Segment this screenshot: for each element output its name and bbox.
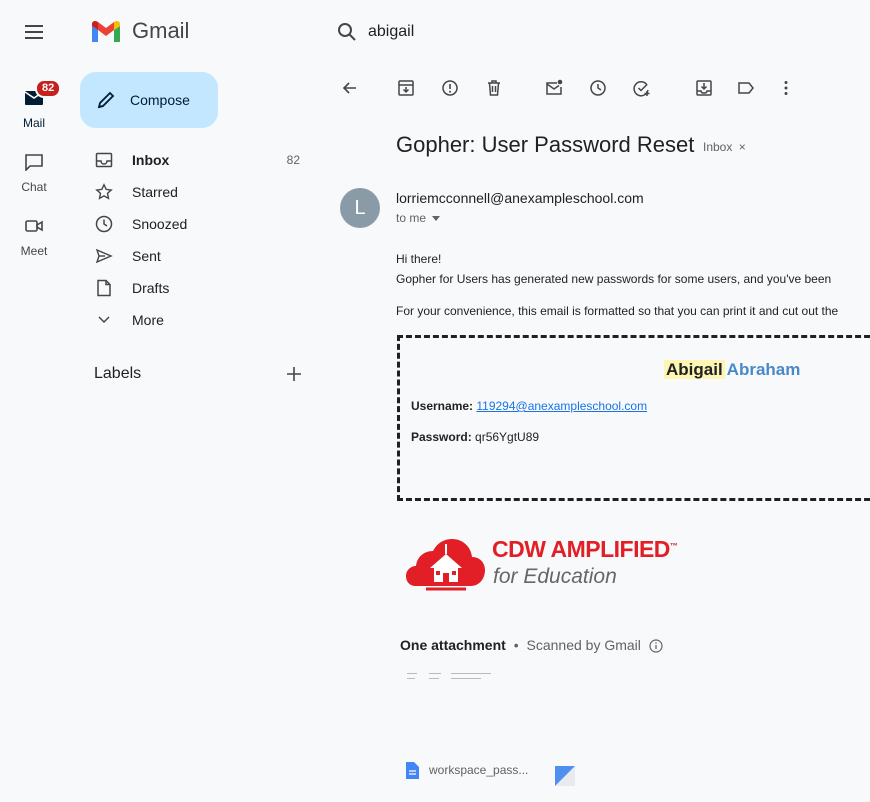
nav-inbox-label: Inbox <box>132 152 170 168</box>
pencil-icon <box>96 90 116 110</box>
password-value: qr56YgtU89 <box>475 430 540 444</box>
logo-trademark: ™ <box>669 541 678 551</box>
gmail-m-icon <box>90 18 122 44</box>
document-icon <box>405 762 419 779</box>
username-row: Username: 119294@anexampleschool.com <box>411 399 647 413</box>
nav-more[interactable]: More <box>84 304 316 336</box>
mark-unread-icon[interactable] <box>544 78 564 98</box>
nav-drafts-label: Drafts <box>132 280 170 296</box>
inbox-label-chip[interactable]: Inbox × <box>703 140 746 154</box>
gmail-logo[interactable]: Gmail <box>90 18 189 44</box>
labels-heading: Labels <box>94 365 142 382</box>
greeting: Hi there! <box>396 252 442 266</box>
info-icon[interactable] <box>649 639 663 653</box>
compose-label: Compose <box>130 92 190 108</box>
draft-icon <box>84 279 124 297</box>
nav-inbox-count: 82 <box>286 153 300 167</box>
attachment-preview[interactable] <box>405 670 497 684</box>
body-line-1: Gopher for Users has generated new passw… <box>396 272 832 286</box>
credential-card: Abigail Abraham Username: 119294@anexampl… <box>397 335 870 501</box>
star-icon <box>84 183 124 201</box>
inbox-icon <box>84 152 124 168</box>
add-to-tasks-icon[interactable] <box>632 78 652 98</box>
nav-starred-label: Starred <box>132 184 178 200</box>
password-label: Password: <box>411 430 472 444</box>
app-name: Gmail <box>132 18 190 43</box>
rail-chat[interactable]: Chat <box>0 146 68 194</box>
video-icon <box>18 210 50 242</box>
logo-subtitle: for Education <box>493 565 617 588</box>
attachment-separator: • <box>513 637 519 653</box>
add-label-icon[interactable] <box>286 366 302 382</box>
logo-title-text: CDW AMPLIFIED <box>492 536 670 562</box>
nav-sent-label: Sent <box>132 248 161 264</box>
compose-button[interactable]: Compose <box>80 72 218 128</box>
cdw-cloud-schoolhouse-icon <box>406 536 486 594</box>
student-name: Abigail Abraham <box>664 360 800 380</box>
attachment-count: One attachment <box>400 637 506 653</box>
back-icon[interactable] <box>340 78 360 98</box>
username-link[interactable]: 119294@anexampleschool.com <box>476 399 647 413</box>
search-icon[interactable] <box>337 22 357 42</box>
main-menu-icon[interactable] <box>23 22 45 42</box>
report-spam-icon[interactable] <box>440 78 460 98</box>
body-line-2: For your convenience, this email is form… <box>396 304 839 318</box>
nav-drafts[interactable]: Drafts <box>84 272 316 304</box>
send-icon <box>84 248 124 264</box>
nav-sent[interactable]: Sent <box>84 240 316 272</box>
attachment-corner-fold-icon <box>535 766 575 786</box>
nav-more-label: More <box>132 312 164 328</box>
inbox-chip-label: Inbox <box>703 140 733 154</box>
recipient-label: to me <box>396 211 427 225</box>
move-to-icon[interactable] <box>694 78 714 98</box>
attachment-filename: workspace_pass... <box>429 763 529 777</box>
nav-inbox[interactable]: Inbox 82 <box>84 144 316 176</box>
last-name: Abraham <box>726 360 801 379</box>
archive-icon[interactable] <box>396 78 416 98</box>
email-subject: Gopher: User Password Reset <box>396 132 695 157</box>
recipient-details[interactable]: to me <box>396 211 441 225</box>
search-input[interactable]: abigail <box>368 23 414 41</box>
username-label: Username: <box>411 399 474 413</box>
rail-chat-label: Chat <box>21 180 47 194</box>
sender-avatar[interactable]: L <box>340 188 380 228</box>
remove-label-icon[interactable]: × <box>739 140 746 154</box>
rail-meet-label: Meet <box>20 244 48 258</box>
mail-unread-badge: 82 <box>35 79 62 98</box>
sender-email[interactable]: lorriemcconnell@anexampleschool.com <box>396 190 644 206</box>
rail-mail-label: Mail <box>22 116 45 130</box>
delete-icon[interactable] <box>484 78 504 98</box>
clock-icon <box>84 215 124 233</box>
nav-snoozed-label: Snoozed <box>132 216 188 232</box>
scanned-by-gmail: Scanned by Gmail <box>526 637 641 653</box>
logo-title: CDW AMPLIFIED™ <box>492 536 678 563</box>
snooze-icon[interactable] <box>588 78 608 98</box>
attachment-file[interactable]: workspace_pass... <box>405 760 575 788</box>
caret-down-icon <box>431 215 441 222</box>
chevron-down-icon <box>84 315 124 325</box>
rail-meet[interactable]: Meet <box>0 210 68 258</box>
password-row: Password: qr56YgtU89 <box>411 430 539 444</box>
first-name: Abigail <box>664 360 725 379</box>
nav-starred[interactable]: Starred <box>84 176 316 208</box>
nav-snoozed[interactable]: Snoozed <box>84 208 316 240</box>
more-options-icon[interactable] <box>776 78 796 98</box>
attachments-heading: One attachment • Scanned by Gmail <box>400 637 663 653</box>
label-icon[interactable] <box>736 78 756 98</box>
chat-icon <box>18 146 50 178</box>
